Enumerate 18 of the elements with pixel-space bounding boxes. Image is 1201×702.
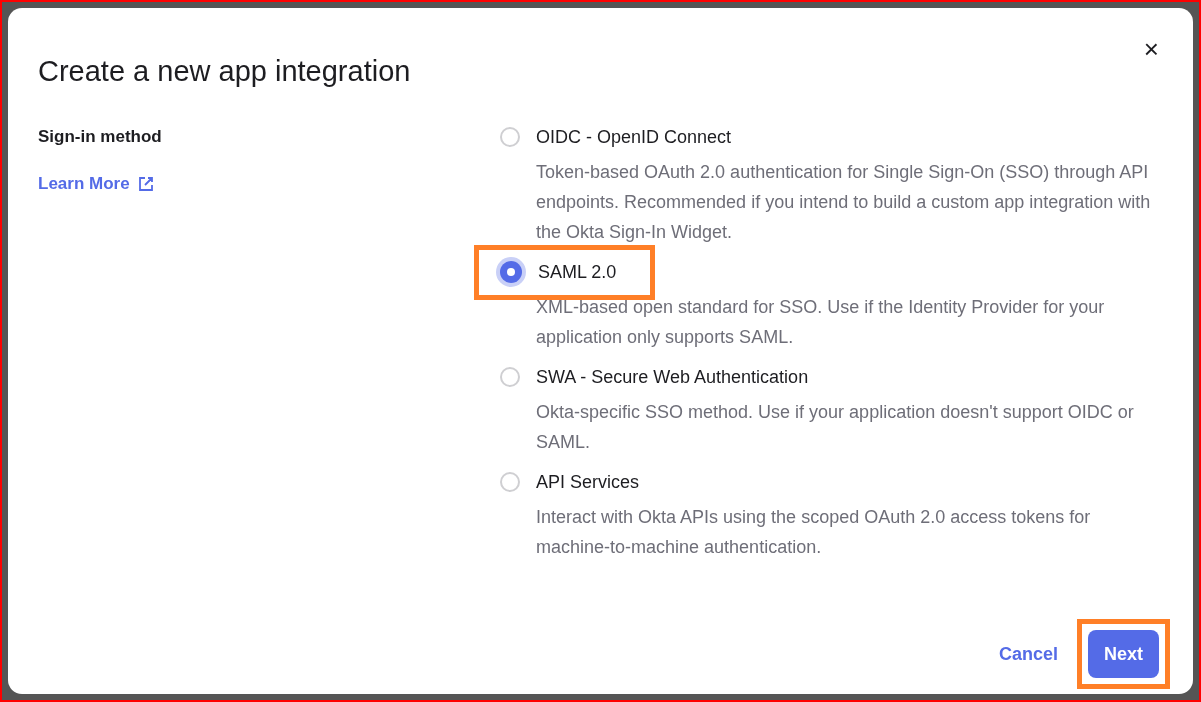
option-description: Okta-specific SSO method. Use if your application doesn't support OIDC or SAML. bbox=[536, 400, 1135, 454]
option-description: XML-based open standard for SSO. Use if the Identity Provider for your application only supports SAML. bbox=[536, 295, 1106, 349]
radio-button[interactable] bbox=[500, 367, 520, 387]
cancel-button[interactable]: Cancel bbox=[998, 640, 1058, 668]
external-link-icon bbox=[137, 175, 154, 192]
radio-option[interactable]: API Services bbox=[500, 468, 640, 496]
field-label: Sign-in method bbox=[38, 125, 163, 148]
learn-more-link[interactable]: Learn More bbox=[38, 171, 500, 197]
radio-option[interactable]: SAML 2.0 bbox=[500, 258, 617, 286]
close-button[interactable]: × bbox=[1143, 36, 1159, 62]
radio-button[interactable] bbox=[500, 127, 520, 147]
option-description: Token-based OAuth 2.0 authentication for Single Sign-On (SSO) through API endpoints. Recommended if you intend to build a custom app integration with the Okta Sign-In Widget. bbox=[536, 160, 1152, 244]
next-button[interactable]: Next bbox=[1088, 630, 1159, 678]
radio-option[interactable]: SWA - Secure Web Authentication bbox=[500, 363, 809, 391]
radio-button[interactable] bbox=[500, 472, 520, 492]
dialog-title: Create a new app integration bbox=[38, 54, 411, 89]
option-description: Interact with Okta APIs using the scoped OAuth 2.0 access tokens for machine-to-machine authentication. bbox=[536, 505, 1092, 559]
radio-option[interactable]: OIDC - OpenID Connect bbox=[500, 123, 732, 151]
